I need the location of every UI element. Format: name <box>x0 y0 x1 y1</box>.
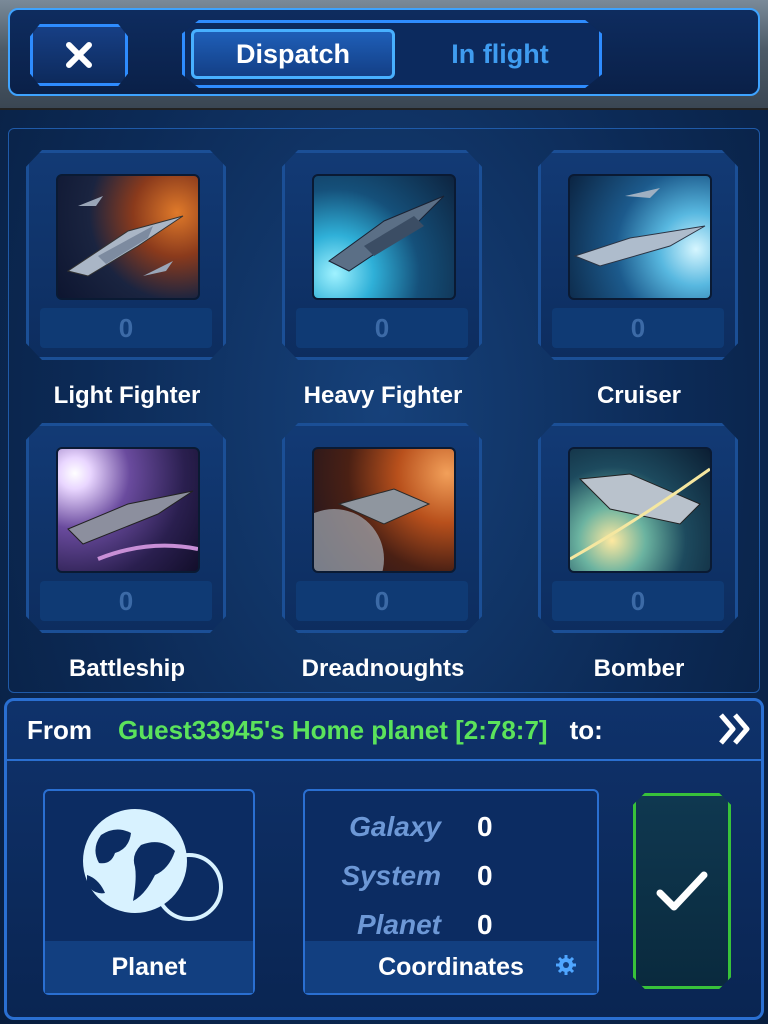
tab-bar: Dispatch In flight <box>182 20 602 88</box>
ship-name: Cruiser <box>596 382 682 409</box>
ship-bomber[interactable]: 0 Bomber <box>534 423 744 682</box>
galaxy-label: Galaxy <box>349 811 441 842</box>
ship-count: 0 <box>296 308 468 348</box>
planet-selector-button[interactable]: Planet <box>43 789 255 995</box>
galaxy-value[interactable]: 0 <box>477 811 493 843</box>
coordinates-panel[interactable]: Galaxy 0 System 0 Planet 0 Coordinates <box>303 789 599 995</box>
close-icon <box>66 42 92 68</box>
ship-count: 0 <box>552 581 724 621</box>
galaxy-row[interactable]: Galaxy 0 <box>305 811 597 851</box>
bomber-image <box>568 447 712 573</box>
dreadnoughts-image <box>312 447 456 573</box>
ship-battleship[interactable]: 0 Battleship <box>22 423 232 682</box>
ship-count: 0 <box>296 581 468 621</box>
battleship-image <box>56 447 200 573</box>
coordinates-label: Coordinates <box>305 941 597 993</box>
planet-coord-value[interactable]: 0 <box>477 909 493 941</box>
dispatch-panel: From Guest33945's Home planet [2:78:7] t… <box>4 698 764 1020</box>
tab-in-flight[interactable]: In flight <box>401 23 599 85</box>
light-fighter-image <box>56 174 200 300</box>
ship-name: Bomber <box>593 655 685 682</box>
system-label: System <box>341 860 441 891</box>
ship-cruiser[interactable]: 0 Cruiser <box>534 150 744 409</box>
ship-name: Dreadnoughts <box>301 655 465 682</box>
close-button[interactable] <box>30 24 128 86</box>
gear-icon <box>556 955 576 975</box>
coordinates-settings-button[interactable] <box>555 954 577 981</box>
ship-light-fighter[interactable]: 0 Light Fighter <box>22 150 232 409</box>
planet-label: Planet <box>45 941 253 993</box>
ship-heavy-fighter[interactable]: 0 Heavy Fighter <box>278 150 488 409</box>
heavy-fighter-image <box>312 174 456 300</box>
confirm-dispatch-button[interactable] <box>633 793 731 989</box>
ship-count: 0 <box>40 308 212 348</box>
tab-dispatch[interactable]: Dispatch <box>191 29 395 79</box>
cruiser-image <box>568 174 712 300</box>
globe-icon <box>83 809 223 921</box>
ship-name: Battleship <box>68 655 185 682</box>
origin-planet[interactable]: Guest33945's Home planet [2:78:7] <box>118 715 548 746</box>
from-label: From <box>27 714 92 745</box>
system-row[interactable]: System 0 <box>305 860 597 900</box>
double-chevron-right-icon <box>719 713 750 745</box>
to-label: to: <box>569 714 603 745</box>
forward-button[interactable] <box>717 711 753 754</box>
system-value[interactable]: 0 <box>477 860 493 892</box>
ship-name: Heavy Fighter <box>303 382 463 409</box>
ship-name: Light Fighter <box>53 382 201 409</box>
ship-count: 0 <box>552 308 724 348</box>
ship-dreadnoughts[interactable]: 0 Dreadnoughts <box>278 423 488 682</box>
checkmark-icon <box>656 871 708 911</box>
route-row: From Guest33945's Home planet [2:78:7] t… <box>7 701 761 761</box>
planet-coord-label: Planet <box>356 909 441 940</box>
ship-count: 0 <box>40 581 212 621</box>
